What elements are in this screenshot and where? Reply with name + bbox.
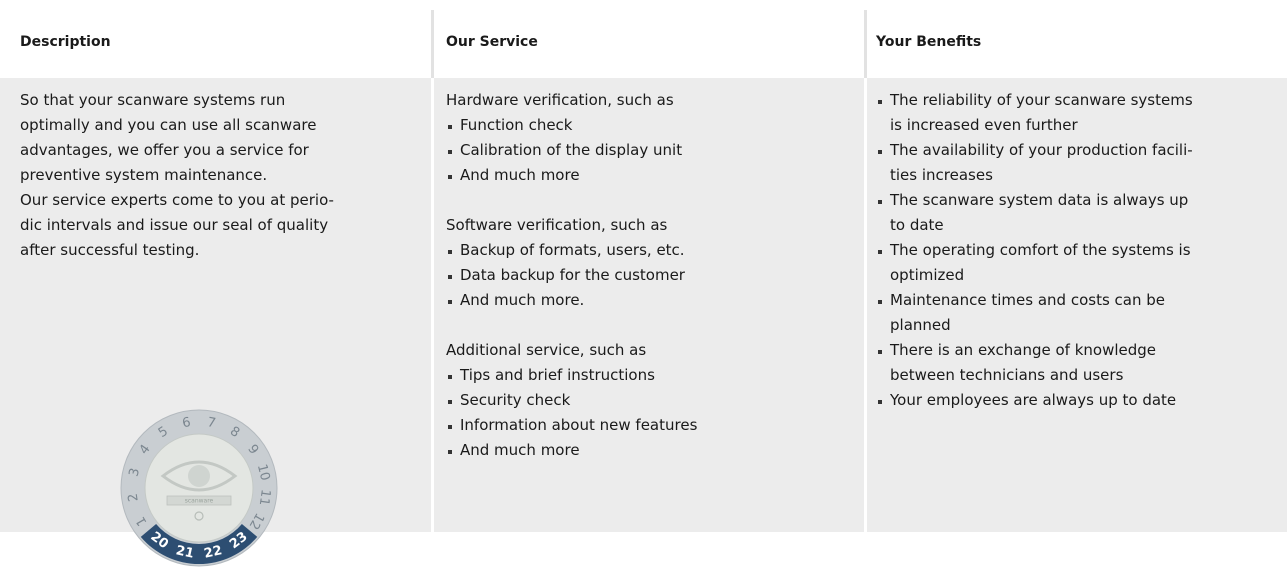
description-line: dic intervals and issue our seal of qual… (20, 216, 329, 234)
description-text: So that your scanware systems run optima… (20, 88, 411, 263)
list-item: The scanware system data is always up to … (876, 188, 1267, 238)
benefit-line: is increased even further (890, 116, 1078, 134)
list-item: Tips and brief instructions (446, 363, 844, 388)
list-item: Your employees are always up to date (876, 388, 1267, 413)
list-item: The operating comfort of the systems is o… (876, 238, 1267, 288)
benefit-line: to date (890, 216, 944, 234)
list-item: And much more (446, 163, 844, 188)
list-item: And much more. (446, 288, 844, 313)
seal-face (144, 433, 254, 543)
software-intro: Software verification, such as (446, 216, 668, 234)
list-item: And much more (446, 438, 844, 463)
description-line: advantages, we offer you a service for (20, 141, 309, 159)
quality-seal-graphic: 123456 7891011122021 2223scanware (120, 409, 278, 567)
quality-seal: 1 2 3 4 5 6 7 8 9 10 11 12 20 21 22 23 scanware (119, 408, 279, 568)
description-line: So that your scanware systems run (20, 91, 286, 109)
additional-list: Tips and brief instructions Security che… (446, 363, 844, 463)
benefit-line: Maintenance times and costs can be (890, 291, 1165, 309)
list-item: Information about new features (446, 413, 844, 438)
seal-month-label: 11 (256, 488, 273, 507)
additional-intro: Additional service, such as (446, 341, 647, 359)
benefit-line: The operating comfort of the systems is (890, 241, 1191, 259)
software-group: Software verification, such as Backup of… (446, 213, 844, 313)
description-line: optimally and you can use all scanware (20, 116, 317, 134)
header-our-service: Our Service (431, 0, 864, 78)
benefit-line: Your employees are always up to date (890, 391, 1177, 409)
description-line: Our service experts come to you at perio… (20, 191, 334, 209)
description-line: after successful testing. (20, 241, 200, 259)
header-your-benefits: Your Benefits (864, 0, 1287, 78)
seal-brand-label: scanware (185, 498, 214, 505)
hardware-intro: Hardware verification, such as (446, 91, 674, 109)
list-item: Data backup for the customer (446, 263, 844, 288)
eye-pupil-icon (188, 465, 210, 487)
list-item: Function check (446, 113, 844, 138)
list-item: Calibration of the display unit (446, 138, 844, 163)
list-item: Maintenance times and costs can be planne… (876, 288, 1267, 338)
benefits-list: The reliability of your scanware systems… (876, 88, 1267, 413)
description-cell: So that your scanware systems run optima… (0, 78, 431, 567)
benefit-line: The scanware system data is always up (890, 191, 1189, 209)
benefit-line: ties increases (890, 166, 993, 184)
software-list: Backup of formats, users, etc. Data back… (446, 238, 844, 313)
list-item: The reliability of your scanware systems… (876, 88, 1267, 138)
benefit-line: optimized (890, 266, 965, 284)
list-item: There is an exchange of knowledge between… (876, 338, 1267, 388)
benefit-line: The reliability of your scanware systems (890, 91, 1193, 109)
benefit-line: The availability of your production faci… (890, 141, 1193, 159)
benefit-line: planned (890, 316, 951, 334)
list-item: The availability of your production faci… (876, 138, 1267, 188)
hardware-list: Function check Calibration of the displa… (446, 113, 844, 188)
list-item: Backup of formats, users, etc. (446, 238, 844, 263)
benefit-line: There is an exchange of knowledge (890, 341, 1157, 359)
list-item: Security check (446, 388, 844, 413)
header-description: Description (0, 0, 431, 78)
service-cell: Hardware verification, such as Function … (431, 78, 864, 532)
benefits-cell: The reliability of your scanware systems… (864, 78, 1287, 532)
benefit-line: between technicians and users (890, 366, 1124, 384)
additional-group: Additional service, such as Tips and bri… (446, 338, 844, 463)
hardware-group: Hardware verification, such as Function … (446, 88, 844, 188)
description-line: preventive system maintenance. (20, 166, 268, 184)
service-table: Description Our Service Your Benefits So… (0, 0, 1287, 567)
